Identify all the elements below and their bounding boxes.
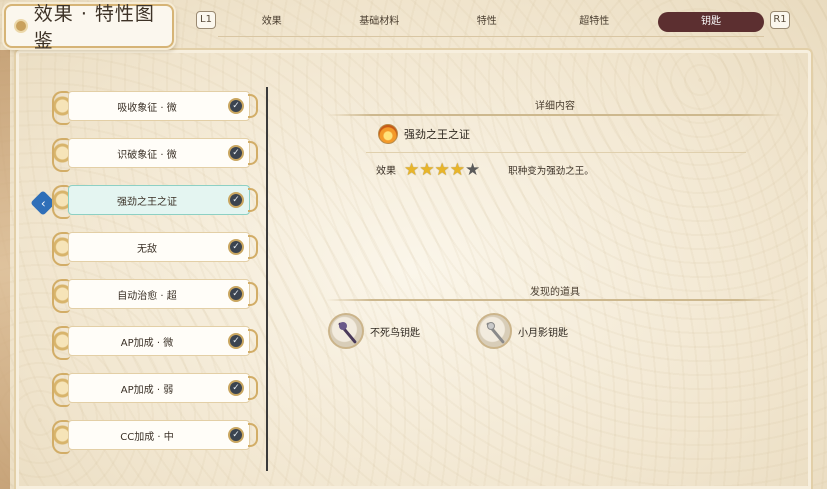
tab-divider (218, 36, 764, 37)
trait-list: 吸收象征 · 微 ✓ 识破象征 · 微 ✓ 强劲之王之证 ✓ 无敌 ✓ 自动治愈… (48, 87, 258, 463)
page-title: 效果 · 特性图鉴 (33, 3, 155, 52)
found-item[interactable]: 不死鸟钥匙 (328, 313, 420, 349)
list-item-label: 强劲之王之证 (117, 196, 177, 208)
tab-keys[interactable]: 钥匙 (658, 12, 764, 32)
found-items: 不死鸟钥匙 小月影钥匙 (328, 313, 568, 349)
divider (326, 114, 784, 116)
found-item-name: 不死鸟钥匙 (370, 327, 420, 339)
trait-header: 强劲之王之证 (378, 124, 470, 144)
check-icon: ✓ (228, 192, 244, 208)
tab-basic-materials[interactable]: 基础材料 (326, 12, 434, 32)
effect-description: 职种变为强劲之王。 (508, 165, 594, 177)
list-item-label: 吸收象征 · 微 (117, 102, 177, 114)
list-item[interactable]: 识破象征 · 微 ✓ (48, 134, 258, 172)
star-filled-icon: ★ (419, 160, 435, 180)
list-item[interactable]: 自动治愈 · 超 ✓ (48, 275, 258, 313)
silver-key-icon (476, 313, 512, 349)
dark-key-icon (328, 313, 364, 349)
found-item-name: 小月影钥匙 (518, 327, 568, 339)
list-item[interactable]: CC加成 · 中 ✓ (48, 416, 258, 454)
check-icon: ✓ (228, 286, 244, 302)
found-item[interactable]: 小月影钥匙 (476, 313, 568, 349)
found-items-title: 发现的道具 (530, 287, 580, 298)
check-icon: ✓ (228, 145, 244, 161)
title-ornament-icon (16, 21, 26, 31)
list-item[interactable]: AP加成 · 微 ✓ (48, 322, 258, 360)
list-scrollbar[interactable] (266, 87, 268, 471)
list-item-label: 自动治愈 · 超 (117, 290, 177, 302)
list-item[interactable]: AP加成 · 弱 ✓ (48, 369, 258, 407)
tab-effects[interactable]: 效果 (218, 12, 326, 32)
effect-row: 效果 ★★★★★ 职种变为强劲之王。 (376, 160, 594, 179)
effect-label: 效果 (376, 166, 396, 177)
star-rating: ★★★★★ (404, 160, 480, 179)
star-filled-icon: ★ (449, 160, 465, 180)
title-plate: 效果 · 特性图鉴 (4, 3, 174, 52)
check-icon: ✓ (228, 98, 244, 114)
tab-super-traits[interactable]: 超特性 (541, 12, 649, 32)
list-item[interactable]: 吸收象征 · 微 ✓ (48, 87, 258, 125)
check-icon: ✓ (228, 380, 244, 396)
list-item-label: 无敌 (137, 243, 157, 255)
check-icon: ✓ (228, 239, 244, 255)
flame-icon (378, 124, 398, 144)
divider (366, 152, 746, 153)
list-item-label: 识破象征 · 微 (117, 149, 177, 161)
left-border (0, 50, 10, 489)
list-item-label: CC加成 · 中 (120, 431, 174, 443)
trait-name: 强劲之王之证 (404, 128, 470, 141)
star-filled-icon: ★ (434, 160, 450, 180)
list-item-selected[interactable]: 强劲之王之证 ✓ (48, 181, 258, 219)
star-empty-icon: ★ (465, 160, 481, 180)
list-item[interactable]: 无敌 ✓ (48, 228, 258, 266)
tab-bar: 效果 基础材料 特性 超特性 钥匙 (218, 12, 764, 32)
list-item-label: AP加成 · 弱 (120, 384, 174, 396)
tab-traits[interactable]: 特性 (433, 12, 541, 32)
r1-button[interactable]: R1 (770, 11, 790, 29)
detail-section-title: 详细内容 (535, 101, 575, 112)
list-item-label: AP加成 · 微 (120, 337, 174, 349)
divider (326, 299, 784, 301)
l1-button[interactable]: L1 (196, 11, 216, 29)
star-filled-icon: ★ (404, 160, 420, 180)
check-icon: ✓ (228, 427, 244, 443)
check-icon: ✓ (228, 333, 244, 349)
